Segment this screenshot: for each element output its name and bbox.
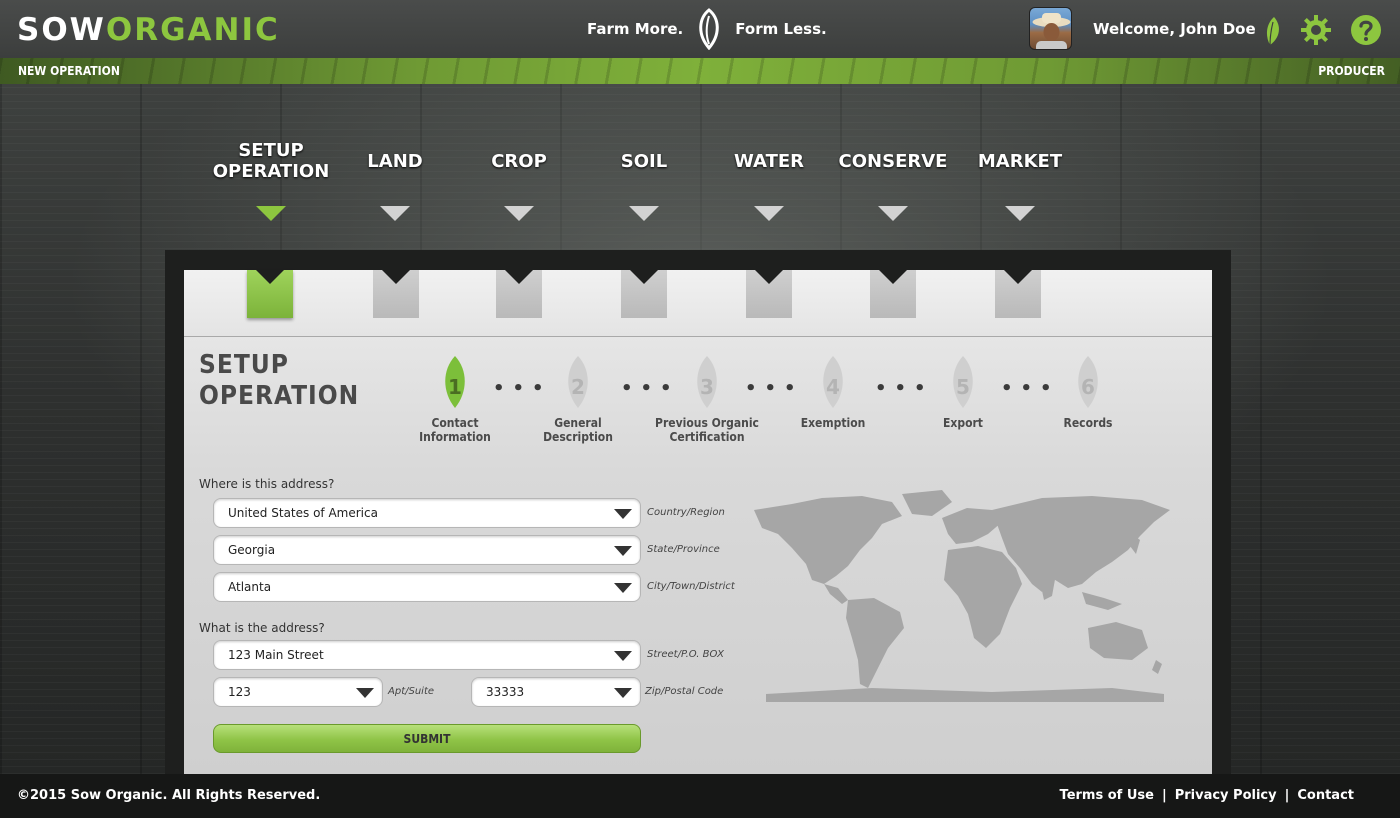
tab-notch [505,270,533,284]
nav-indicator [380,206,410,221]
nav-soil[interactable]: SOIL [579,151,709,172]
nav-crop[interactable]: CROP [454,151,584,172]
nav-water[interactable]: WATER [704,151,834,172]
green-strip [0,58,1400,84]
apt-select[interactable]: 123 [213,677,383,707]
country-select[interactable]: United States of America [213,498,641,528]
nav-market[interactable]: MARKET [955,151,1085,172]
chevron-down-icon [614,546,632,556]
tab-notch [1004,270,1032,284]
logo-text-organic: ORGANIC [105,12,280,48]
chevron-down-icon [356,688,374,698]
nav-setup-operation[interactable]: SETUP OPERATION [206,140,336,182]
logo-text-sow: SOW [17,12,106,48]
avatar-image [1032,13,1071,49]
nav-indicator [504,206,534,221]
step-number: 3 [700,375,714,399]
tagline-right: Form Less. [735,20,827,38]
apt-value: 123 [228,685,251,699]
nav-land[interactable]: LAND [330,151,460,172]
step-4[interactable]: 4 Exemption [778,354,888,430]
step-label: Previous Organic Certification [655,416,759,444]
page-title-line1: SETUP [199,350,289,380]
step-label: Contact Information [419,416,491,444]
tab-notch [755,270,783,284]
footer-separator: | [1161,788,1167,803]
street-value: 123 Main Street [228,648,324,662]
help-icon[interactable] [1350,14,1382,46]
step-label: Exemption [800,416,866,430]
contact-link[interactable]: Contact [1297,788,1354,803]
street-select[interactable]: 123 Main Street [213,640,641,670]
breadcrumb-new-operation[interactable]: NEW OPERATION [18,64,120,78]
nav-indicator [629,206,659,221]
step-leaf-icon: 5 [953,356,973,408]
step-leaf-icon: 6 [1078,356,1098,408]
tagline: Farm More. Form Less. [587,8,827,50]
avatar[interactable] [1029,7,1072,50]
zip-value: 33333 [486,685,525,699]
chevron-down-icon [614,509,632,519]
step-number: 5 [956,375,970,399]
privacy-link[interactable]: Privacy Policy [1175,788,1277,803]
step-6[interactable]: 6 Records [1033,354,1143,430]
apt-hint: Apt/Suite [388,686,435,697]
nav-conserve[interactable]: CONSERVE [828,151,958,172]
tab-notch [630,270,658,284]
world-map [754,490,1170,702]
step-number: 6 [1081,375,1095,399]
tab-row [184,270,1212,337]
footer-links: Terms of Use | Privacy Policy | Contact [1060,788,1354,803]
city-select[interactable]: Atlanta [213,572,641,602]
city-value: Atlanta [228,580,272,594]
tab-notch [256,270,284,284]
step-leaf-icon: 2 [568,356,588,408]
city-hint: City/Town/District [647,581,735,592]
chevron-down-icon [614,651,632,661]
step-number: 4 [826,375,840,399]
state-select[interactable]: Georgia [213,535,641,565]
step-label: General Description [543,416,613,444]
role-label: PRODUCER [1318,64,1385,78]
step-leaf-icon: 4 [823,356,843,408]
country-value: United States of America [228,506,378,520]
page-title-line2: OPERATION [199,381,360,411]
step-label: Export [943,416,983,430]
step-number: 2 [571,375,585,399]
nav-indicator [1005,206,1035,221]
state-hint: State/Province [647,544,720,555]
step-leaf-icon: 3 [697,356,717,408]
state-value: Georgia [228,543,276,557]
copyright: ©2015 Sow Organic. All Rights Reserved. [17,788,321,803]
chevron-down-icon [614,688,632,698]
tab-notch [382,270,410,284]
welcome-text[interactable]: Welcome, John Doe [1093,20,1256,38]
gear-icon[interactable] [1300,14,1332,46]
page-title: SETUP OPERATION [199,350,359,412]
country-hint: Country/Region [647,507,725,518]
submit-button[interactable]: SUBMIT [213,724,641,753]
street-hint: Street/P.O. BOX [647,649,724,660]
step-2[interactable]: 2 General Description [523,354,633,444]
seed-icon [699,8,719,50]
zip-select[interactable]: 33333 [471,677,641,707]
step-label: Records [1063,416,1113,430]
zip-hint: Zip/Postal Code [645,686,724,697]
tagline-left: Farm More. [587,20,684,38]
question-what-address: What is the address? [199,621,325,635]
tab-notch [879,270,907,284]
nav-indicator-active [256,206,286,221]
footer-separator: | [1284,788,1290,803]
nav-indicator [754,206,784,221]
terms-link[interactable]: Terms of Use [1060,788,1154,803]
step-leaf-icon: 1 [445,356,465,408]
leaf-icon[interactable] [1262,16,1282,46]
logo[interactable]: SOWORGANIC [17,10,280,50]
step-number: 1 [448,375,462,399]
chevron-down-icon [614,583,632,593]
question-where-address: Where is this address? [199,477,335,491]
nav-indicator [878,206,908,221]
